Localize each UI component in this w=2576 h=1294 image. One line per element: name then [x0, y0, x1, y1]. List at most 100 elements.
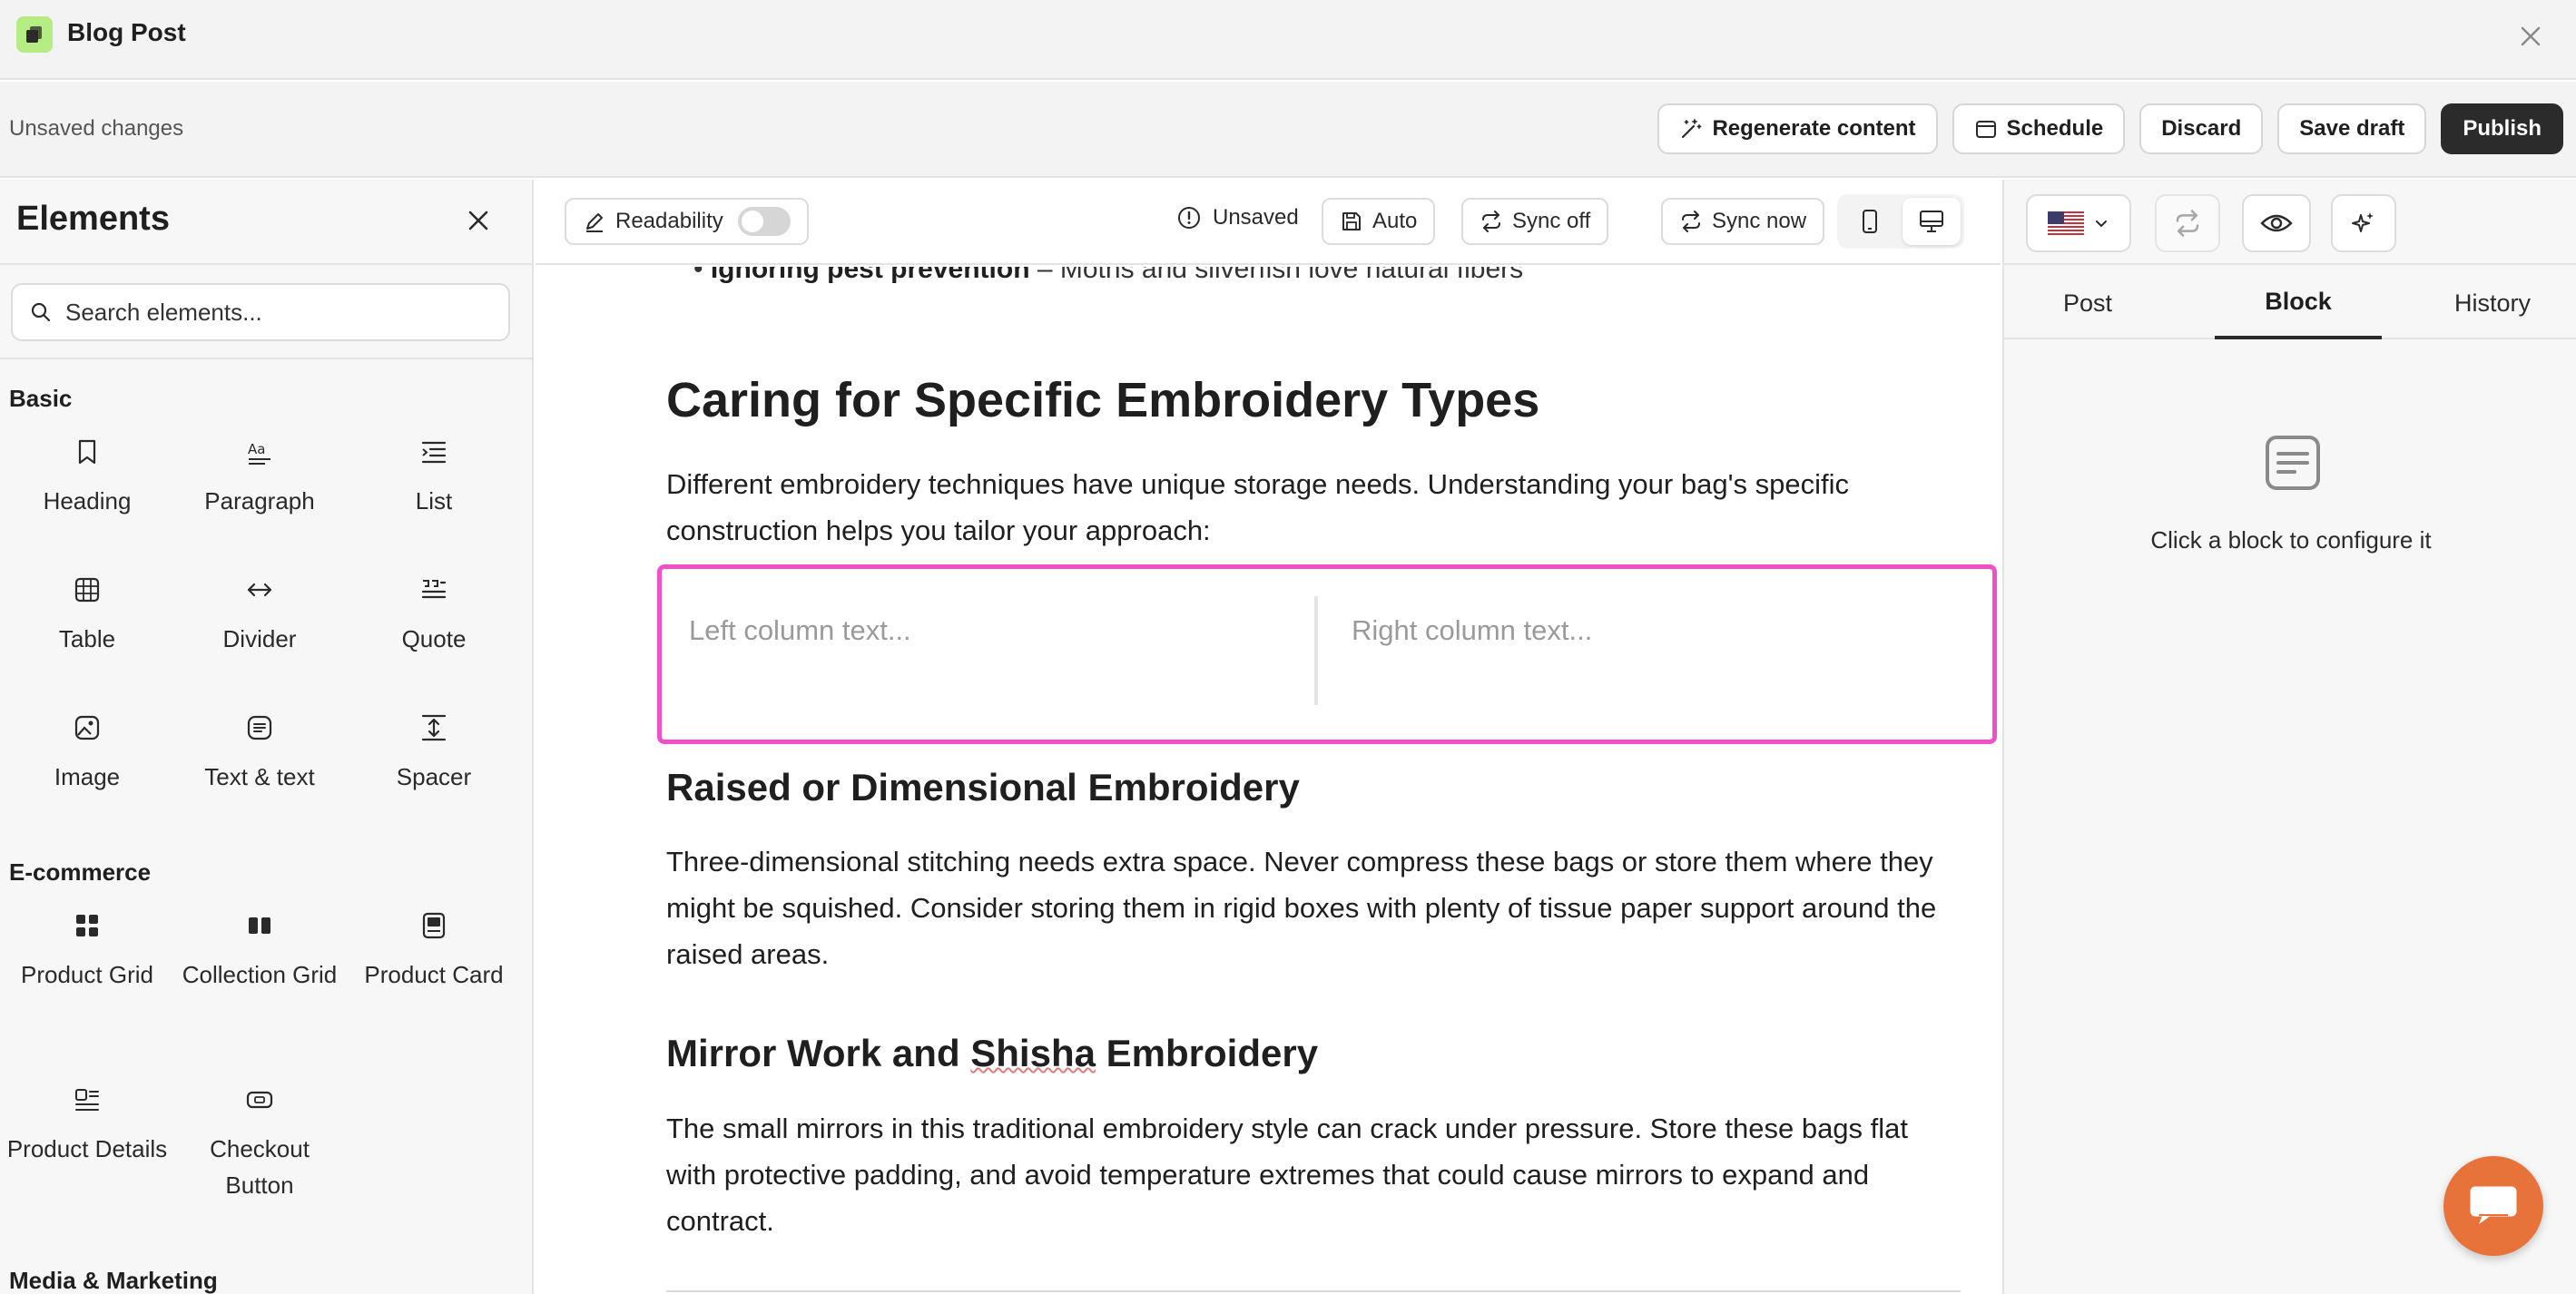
element-text-and-text[interactable]: Text & text: [172, 710, 347, 795]
save-icon: [1342, 212, 1361, 230]
auto-label: Auto: [1372, 209, 1418, 233]
element-label: Spacer: [396, 763, 472, 790]
element-product-grid[interactable]: Product Grid: [0, 907, 174, 993]
element-product-card[interactable]: Product Card: [347, 907, 521, 993]
divider-icon: [245, 572, 274, 608]
discard-button[interactable]: Discard: [2139, 103, 2264, 154]
element-collection-grid[interactable]: Collection Grid: [172, 907, 347, 993]
divider-line: [666, 1290, 1961, 1292]
chat-support-button[interactable]: [2443, 1156, 2543, 1256]
sync-icon: [2176, 210, 2199, 237]
translate-sync-button[interactable]: [2155, 194, 2220, 252]
readability-switch[interactable]: [737, 207, 791, 236]
regenerate-content-button[interactable]: Regenerate content: [1657, 103, 1938, 154]
chat-icon: [2470, 1186, 2517, 1224]
element-label: Divider: [222, 625, 297, 652]
element-list[interactable]: List: [347, 434, 521, 519]
close-sidebar-icon[interactable]: [459, 201, 497, 240]
element-divider[interactable]: Divider: [172, 572, 347, 657]
sync-now-button[interactable]: Sync now: [1661, 198, 1825, 245]
preview-button[interactable]: [2242, 194, 2311, 252]
empty-state-text: Click a block to configure it: [2150, 526, 2432, 554]
sync-off-button[interactable]: Sync off: [1461, 198, 1609, 245]
settings-toolbar: [2004, 180, 2576, 265]
element-label: Text & text: [204, 763, 315, 790]
svg-text:Aa: Aa: [248, 441, 265, 457]
element-image[interactable]: Image: [0, 710, 174, 795]
element-label: Heading: [43, 487, 132, 515]
editor-canvas: • Ignoring pest prevention – Moths and s…: [536, 267, 2001, 1294]
element-label: Checkout Button: [210, 1135, 310, 1199]
schedule-button[interactable]: Schedule: [1952, 103, 2126, 154]
element-label: Image: [54, 763, 121, 790]
search-box: [11, 283, 510, 341]
element-product-details[interactable]: Product Details: [0, 1082, 174, 1167]
element-label: Product Grid: [21, 961, 153, 988]
heading-caring[interactable]: Caring for Specific Embroidery Types: [666, 372, 1539, 428]
sidebar-header: Elements: [0, 180, 532, 265]
tab-block[interactable]: Block: [2215, 267, 2382, 339]
readability-toggle[interactable]: Readability: [565, 198, 809, 245]
unsaved-status: Unsaved: [1176, 205, 1299, 230]
flag-us-icon: [2048, 211, 2084, 235]
right-column-placeholder[interactable]: Right column text...: [1352, 614, 1592, 647]
settings-panel: Post Block History Click a block to conf…: [2002, 180, 2576, 1294]
calendar-icon: [1975, 121, 1996, 138]
autosave-button[interactable]: Auto: [1322, 198, 1436, 245]
product-card-icon: [419, 907, 448, 944]
heading-mirror[interactable]: Mirror Work and Shisha Embroidery: [666, 1032, 1318, 1075]
chevron-down-icon: [2096, 221, 2107, 228]
element-checkout-button[interactable]: Checkout Button: [172, 1082, 347, 1203]
title-bar: Blog Post: [0, 0, 2576, 80]
bullet-text: – Moths and silverfish love natural fibe…: [1029, 267, 1524, 284]
close-window-icon[interactable]: [2512, 18, 2549, 54]
desktop-view-button[interactable]: [1903, 198, 1961, 245]
save-status-text: Unsaved changes: [9, 116, 184, 141]
element-heading[interactable]: Heading: [0, 434, 174, 519]
eye-icon: [2260, 214, 2293, 232]
element-paragraph[interactable]: Aa Paragraph: [172, 434, 347, 519]
section-basic: Basic: [9, 385, 73, 412]
element-spacer[interactable]: Spacer: [347, 710, 521, 795]
editor-toolbar: Readability Unsaved Auto Sync off Sync n…: [536, 180, 2001, 265]
heading-raised[interactable]: Raised or Dimensional Embroidery: [666, 766, 1300, 809]
paragraph-mirror[interactable]: The small mirrors in this traditional em…: [666, 1105, 1955, 1244]
element-table[interactable]: Table: [0, 572, 174, 657]
list-item[interactable]: • Ignoring pest prevention – Moths and s…: [693, 267, 1523, 285]
tab-post[interactable]: Post: [2004, 267, 2171, 339]
app-logo-icon: [16, 16, 53, 53]
paragraph-raised[interactable]: Three-dimensional stitching needs extra …: [666, 838, 1955, 977]
pen-icon: [586, 213, 603, 232]
element-label: Table: [58, 625, 116, 652]
heading-icon: [73, 434, 102, 470]
paragraph-intro[interactable]: Different embroidery techniques have uni…: [666, 461, 1955, 554]
sync-now-label: Sync now: [1712, 209, 1807, 233]
block-placeholder-icon: [2264, 434, 2322, 492]
sync-off-label: Sync off: [1512, 209, 1591, 233]
element-label: Product Card: [364, 961, 504, 988]
mobile-view-button[interactable]: [1841, 198, 1899, 245]
action-bar: Unsaved changes Regenerate content Sched…: [0, 82, 2576, 178]
bullet-dot: •: [693, 267, 711, 284]
tab-history[interactable]: History: [2409, 267, 2576, 339]
language-selector[interactable]: [2026, 194, 2131, 252]
sparkle-icon: [2352, 212, 2374, 232]
save-draft-button[interactable]: Save draft: [2277, 103, 2427, 154]
element-label: Collection Grid: [182, 961, 338, 988]
publish-button[interactable]: Publish: [2441, 103, 2563, 154]
settings-tabs: Post Block History: [2004, 267, 2576, 339]
search-elements-input[interactable]: [65, 298, 483, 327]
element-label: Quote: [401, 625, 467, 652]
spellcheck-word[interactable]: Shisha: [970, 1032, 1096, 1074]
element-quote[interactable]: Quote: [347, 572, 521, 657]
product-details-icon: [73, 1082, 102, 1118]
magic-wand-icon: [1682, 119, 1702, 139]
left-column-placeholder[interactable]: Left column text...: [689, 614, 911, 647]
two-column-block[interactable]: Left column text... Right column text...: [657, 564, 1997, 744]
section-ecommerce: E-commerce: [9, 858, 152, 886]
quote-icon: [419, 572, 448, 608]
elements-sidebar: Elements Basic Heading Aa Paragraph List…: [0, 180, 534, 1294]
product-grid-icon: [73, 907, 102, 944]
unsaved-label: Unsaved: [1213, 205, 1299, 230]
ai-assist-button[interactable]: [2331, 194, 2396, 252]
